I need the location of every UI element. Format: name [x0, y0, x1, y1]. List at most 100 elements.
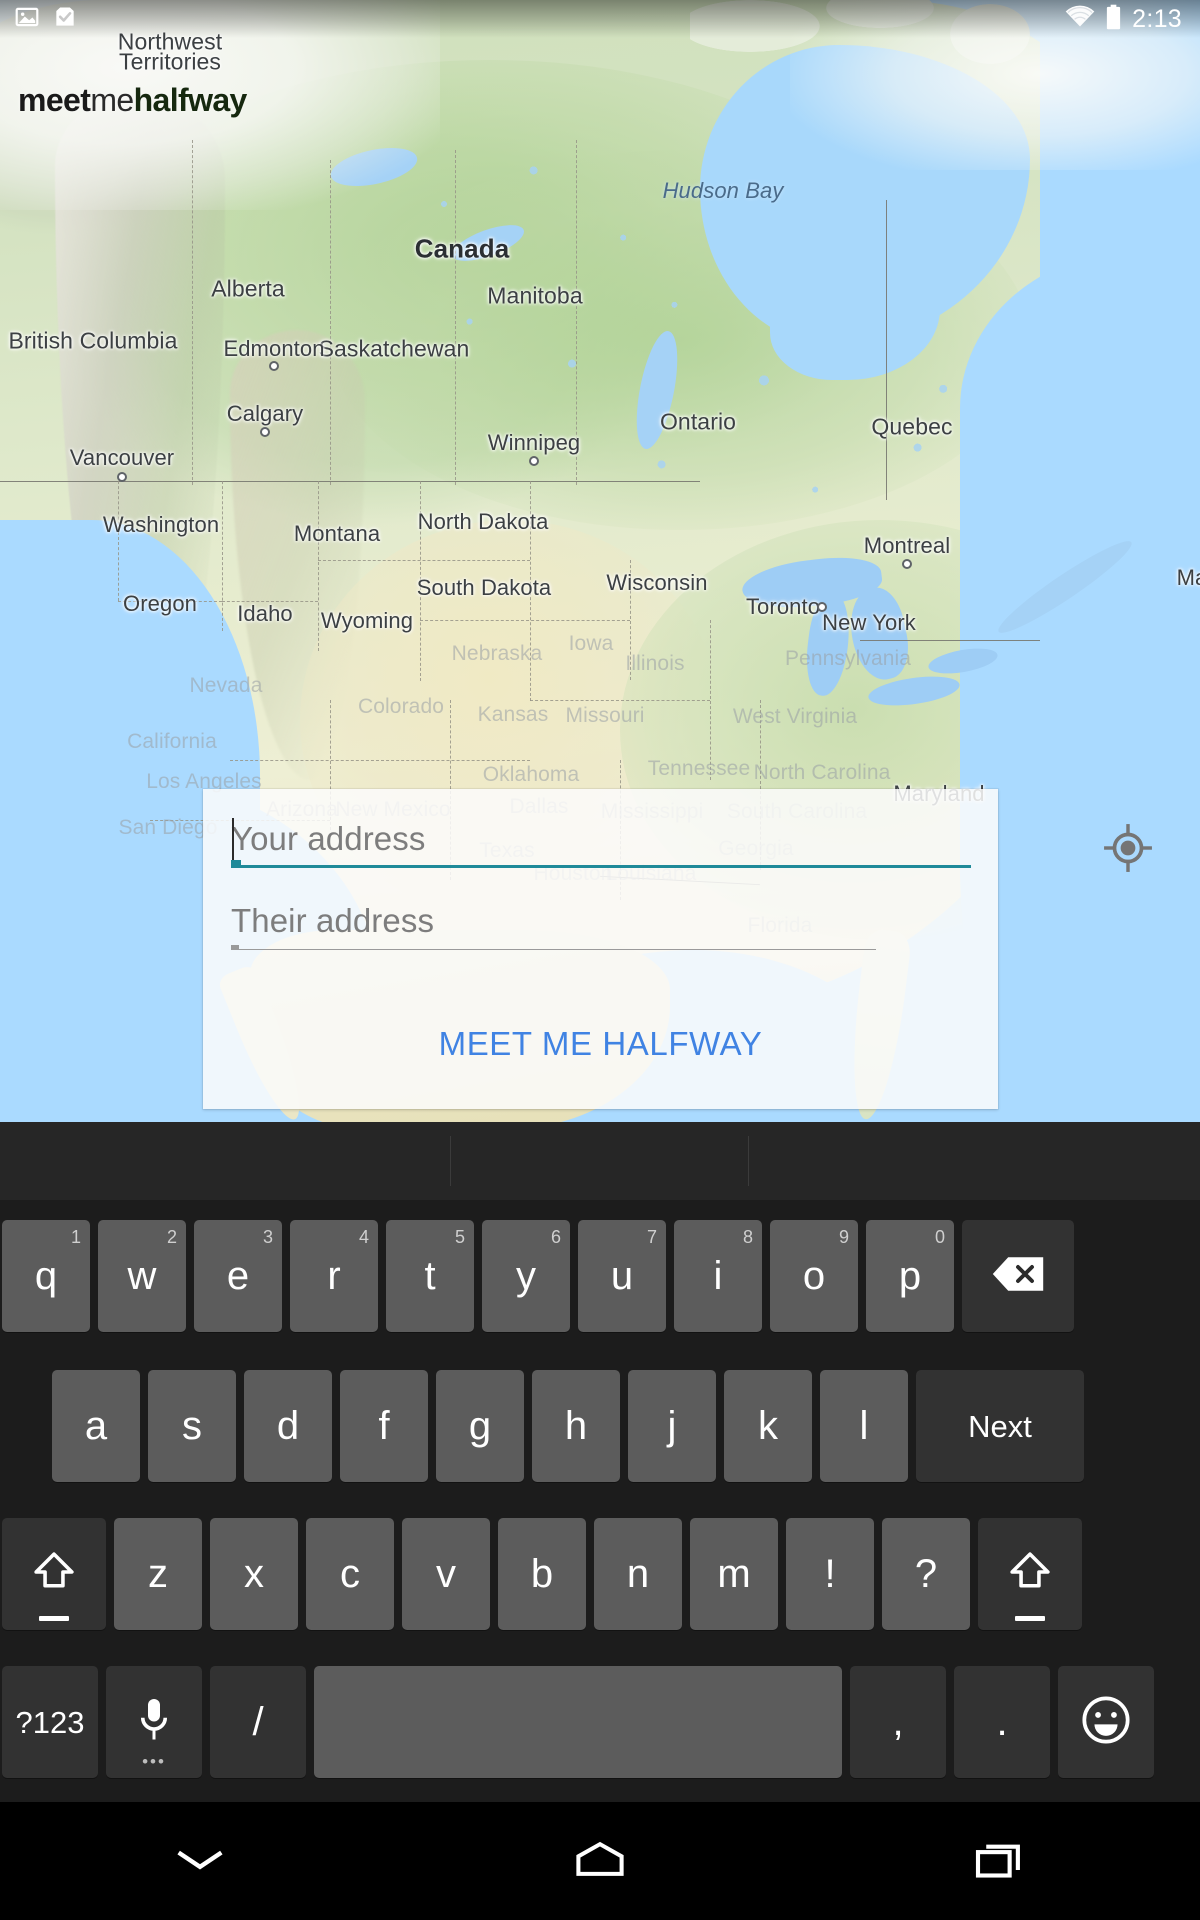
home-button[interactable] [400, 1802, 800, 1920]
key-h[interactable]: h [532, 1370, 620, 1482]
key-label: ! [824, 1552, 836, 1596]
system-nav-bar [0, 1802, 1200, 1920]
map-label-faded: Oklahoma [482, 763, 580, 786]
key-shift-left[interactable] [2, 1518, 106, 1630]
key-x[interactable]: x [210, 1518, 298, 1630]
collapse-keyboard-button[interactable] [0, 1802, 400, 1920]
key-number-hint: 5 [454, 1227, 465, 1247]
meet-me-halfway-label: MEET ME HALFWAY [438, 1025, 763, 1062]
key-emoji[interactable] [1058, 1666, 1154, 1778]
key-label: b [530, 1552, 554, 1596]
key-u[interactable]: 7u [578, 1220, 666, 1332]
key-y[interactable]: 6y [482, 1220, 570, 1332]
map-label-region: Saskatchewan [318, 335, 470, 362]
key-q[interactable]: 1q [2, 1220, 90, 1332]
key-shift-right[interactable] [978, 1518, 1082, 1630]
key-k[interactable]: k [724, 1370, 812, 1482]
map-label-region: South Dakota [416, 575, 552, 600]
key-backspace[interactable] [962, 1220, 1074, 1332]
map-label-region: Oregon [123, 591, 197, 616]
key-j[interactable]: j [628, 1370, 716, 1482]
your-address-field[interactable]: Your address [231, 818, 971, 868]
key-label: q [34, 1254, 58, 1298]
key-o[interactable]: 9o [770, 1220, 858, 1332]
key-space[interactable] [314, 1666, 842, 1778]
key-label: l [859, 1404, 869, 1448]
key-c[interactable]: c [306, 1518, 394, 1630]
map-label-faded: Illinois [625, 652, 685, 675]
status-clock: 2:13 [1132, 4, 1182, 33]
my-location-button[interactable] [1091, 813, 1165, 887]
key-number-hint: 3 [262, 1227, 273, 1247]
key-label: e [226, 1254, 250, 1298]
map-label-city: Montreal [863, 533, 951, 558]
key-label: i [713, 1254, 723, 1298]
map-label-region: North Dakota [417, 509, 549, 534]
key-s[interactable]: s [148, 1370, 236, 1482]
key-d[interactable]: d [244, 1370, 332, 1482]
map-label-faded: Missouri [565, 704, 645, 727]
map-label-region: Quebec [871, 413, 953, 440]
key-e[interactable]: 3e [194, 1220, 282, 1332]
key-label: s [182, 1404, 202, 1448]
key-v[interactable]: v [402, 1518, 490, 1630]
key-b[interactable]: b [498, 1518, 586, 1630]
key-label: f [378, 1404, 390, 1448]
key-a[interactable]: a [52, 1370, 140, 1482]
map-label-country: Canada [414, 233, 510, 264]
map-label-region: Territories [118, 48, 222, 75]
key-z[interactable]: z [114, 1518, 202, 1630]
their-address-row: Their address [231, 901, 876, 950]
suggestion-divider [748, 1136, 749, 1186]
status-bar: 2:13 [0, 0, 1200, 38]
home-icon [573, 1838, 627, 1885]
key-m[interactable]: m [690, 1518, 778, 1630]
key-l[interactable]: l [820, 1370, 908, 1482]
keyboard-row-3: z x c v b n m!? [0, 1518, 1200, 1630]
logo-part-me: me [90, 82, 134, 118]
shift-icon [1008, 1550, 1052, 1599]
key-label: z [148, 1552, 168, 1596]
recents-button[interactable] [800, 1802, 1200, 1920]
map-label-region: British Columbia [8, 327, 178, 354]
key-![interactable]: ! [786, 1518, 874, 1630]
key-comma[interactable]: , [850, 1666, 946, 1778]
key-n[interactable]: n [594, 1518, 682, 1630]
key-?[interactable]: ? [882, 1518, 970, 1630]
wifi-icon [1065, 5, 1095, 34]
city-dot [269, 361, 279, 371]
key-f[interactable]: f [340, 1370, 428, 1482]
key-i[interactable]: 8i [674, 1220, 762, 1332]
map-label-region: Alberta [211, 275, 285, 302]
key-slash[interactable]: / [210, 1666, 306, 1778]
app-logo: meetmehalfway [18, 82, 247, 119]
key-p[interactable]: 0p [866, 1220, 954, 1332]
key-symbols[interactable]: ?123 [2, 1666, 98, 1778]
key-next[interactable]: Next [916, 1370, 1084, 1482]
map-label-faded: California [127, 730, 217, 753]
key-period[interactable]: . [954, 1666, 1050, 1778]
key-label: c [340, 1552, 360, 1596]
their-address-field[interactable]: Their address [231, 901, 876, 950]
map-label-faded: Pennsylvania [784, 647, 912, 670]
map-label-faded: Tennessee [647, 757, 751, 780]
keyboard-row-2: a s d f g h j k l Next [0, 1370, 1200, 1482]
key-label: ?123 [15, 1704, 85, 1740]
key-label: d [276, 1404, 300, 1448]
address-input-card: Your address Their address MEET ME HALFW… [203, 789, 1152, 1109]
meet-me-halfway-button[interactable]: MEET ME HALFWAY [203, 1013, 998, 1075]
suggestion-strip[interactable] [0, 1122, 1200, 1200]
key-voice-input[interactable]: ••• [106, 1666, 202, 1778]
key-label: m [717, 1552, 751, 1596]
map-label-faded: Nevada [189, 674, 263, 697]
map-label-city: Vancouver [69, 445, 175, 470]
my-location-icon [1101, 821, 1155, 880]
city-dot [902, 559, 912, 569]
key-w[interactable]: 2w [98, 1220, 186, 1332]
key-t[interactable]: 5t [386, 1220, 474, 1332]
key-r[interactable]: 4r [290, 1220, 378, 1332]
map-label-region: New York [822, 610, 916, 635]
key-g[interactable]: g [436, 1370, 524, 1482]
map-label-region: Idaho [237, 601, 293, 626]
map-label-faded: Nebraska [451, 642, 543, 665]
